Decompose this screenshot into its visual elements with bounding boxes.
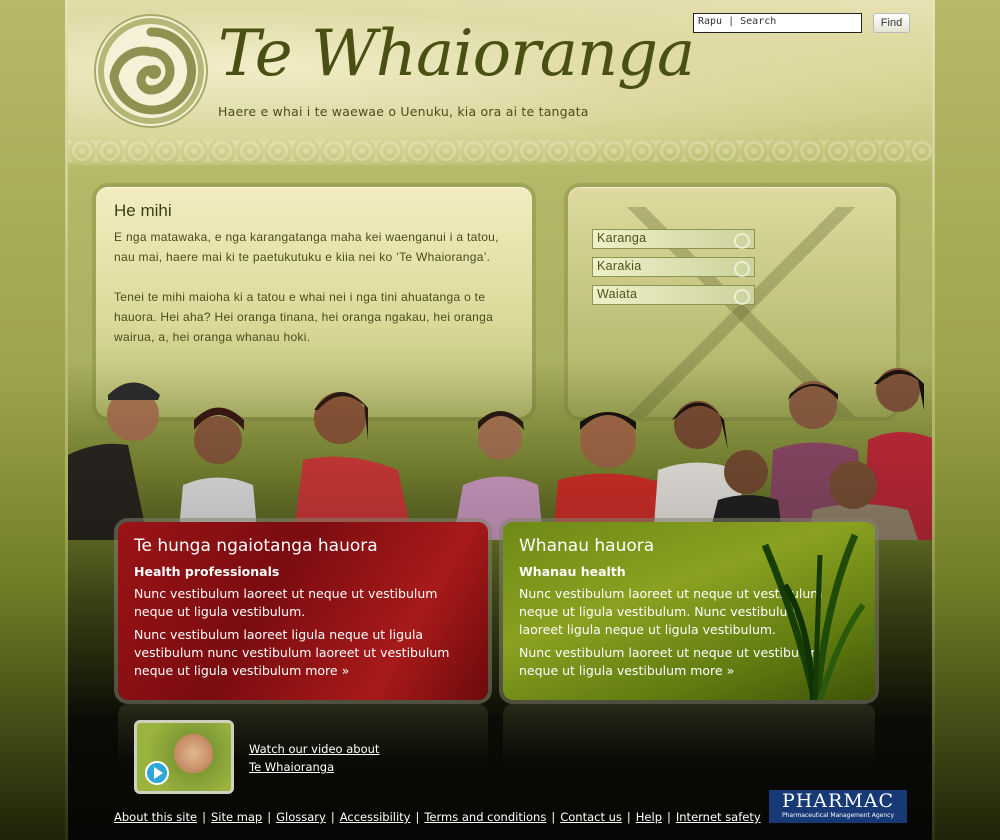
left-border xyxy=(0,0,68,840)
footer-separator: | xyxy=(202,810,206,824)
footer-separator: | xyxy=(626,810,631,824)
footer-links: About this site | Site map | Glossary | Access… xyxy=(114,810,761,824)
health-professionals-text: Nunc vestibulum laoreet ut neque ut vest… xyxy=(134,586,438,619)
health-professionals-panel: Te hunga ngaiotanga hauora Health profes… xyxy=(118,522,488,700)
menu-item-waiata[interactable]: Waiata xyxy=(592,285,755,305)
intro-panel: He mihi E nga matawaka, e nga karangatan… xyxy=(96,187,532,417)
footer-link-accessibility[interactable]: Accessibility xyxy=(340,810,411,824)
intro-paragraph: Tenei te mihi maioha ki a tatou e whai n… xyxy=(114,290,494,344)
site-title: Te Whaioranga xyxy=(218,17,695,91)
footer-link-glossary[interactable]: Glossary xyxy=(276,810,326,824)
footer-separator: | xyxy=(667,810,671,824)
whanau-health-more-link[interactable]: more » xyxy=(690,663,734,678)
health-professionals-more-link[interactable]: more » xyxy=(305,663,349,678)
intro-paragraph: E nga matawaka, e nga karangatanga maha … xyxy=(114,230,499,264)
decorative-pattern xyxy=(68,140,932,162)
page: Te Whaioranga Haere e whai i te waewae o… xyxy=(68,0,932,840)
pharmac-subtitle: Pharmaceutical Management Agency xyxy=(781,812,895,819)
menu-item-karakia[interactable]: Karakia xyxy=(592,257,755,277)
tagline: Haere e whai i te waewae o Uenuku, kia o… xyxy=(218,104,589,119)
health-professionals-heading: Te hunga ngaiotanga hauora xyxy=(134,536,378,556)
menu-panel: Karanga Karakia Waiata xyxy=(568,187,896,417)
intro-heading: He mihi xyxy=(114,201,172,220)
footer-link-terms[interactable]: Terms and conditions xyxy=(424,810,546,824)
footer-link-help[interactable]: Help xyxy=(636,810,662,824)
whanau-health-text: Nunc vestibulum laoreet ut neque ut vest… xyxy=(519,644,839,680)
whanau-health-heading: Whanau hauora xyxy=(519,536,655,556)
whanau-health-text-2: Nunc vestibulum laoreet ut neque ut vest… xyxy=(519,645,823,678)
header: Te Whaioranga Haere e whai i te waewae o… xyxy=(68,0,932,165)
video-link-line2: Te Whaioranga xyxy=(249,760,335,774)
footer-separator: | xyxy=(330,810,335,824)
search-input[interactable]: Rapu | Search xyxy=(693,13,862,33)
video-link[interactable]: Watch our video about Te Whaioranga xyxy=(249,740,379,776)
footer-separator: | xyxy=(415,810,420,824)
find-button[interactable]: Find xyxy=(873,13,910,33)
health-professionals-text: Nunc vestibulum laoreet ligula neque ut … xyxy=(134,626,454,680)
footer-link-about[interactable]: About this site xyxy=(114,810,197,824)
whanau-health-subheading: Whanau health xyxy=(519,564,626,579)
panel-reflection xyxy=(503,704,875,764)
footer-separator: | xyxy=(267,810,272,824)
pharmac-logo[interactable]: PHARMAC Pharmaceutical Management Agency xyxy=(769,790,907,823)
pharmac-name: PHARMAC xyxy=(781,790,895,812)
footer-link-site-map[interactable]: Site map xyxy=(211,810,262,824)
video-link-line1: Watch our video about xyxy=(249,742,380,756)
video-thumbnail[interactable] xyxy=(134,720,234,794)
footer-separator: | xyxy=(551,810,556,824)
footer-link-contact[interactable]: Contact us xyxy=(560,810,622,824)
health-professionals-subheading: Health professionals xyxy=(134,564,280,579)
whanau-health-panel: Whanau hauora Whanau health Nunc vestibu… xyxy=(503,522,875,700)
right-border xyxy=(932,0,1000,840)
whanau-health-text: Nunc vestibulum laoreet ut neque ut vest… xyxy=(519,586,823,637)
health-professionals-text-2: Nunc vestibulum laoreet ligula neque ut … xyxy=(134,627,450,678)
menu-item-karanga[interactable]: Karanga xyxy=(592,229,755,249)
play-icon[interactable] xyxy=(145,761,169,785)
koru-logo-icon xyxy=(94,14,208,128)
footer-link-internet-safety[interactable]: Internet safety xyxy=(676,810,761,824)
